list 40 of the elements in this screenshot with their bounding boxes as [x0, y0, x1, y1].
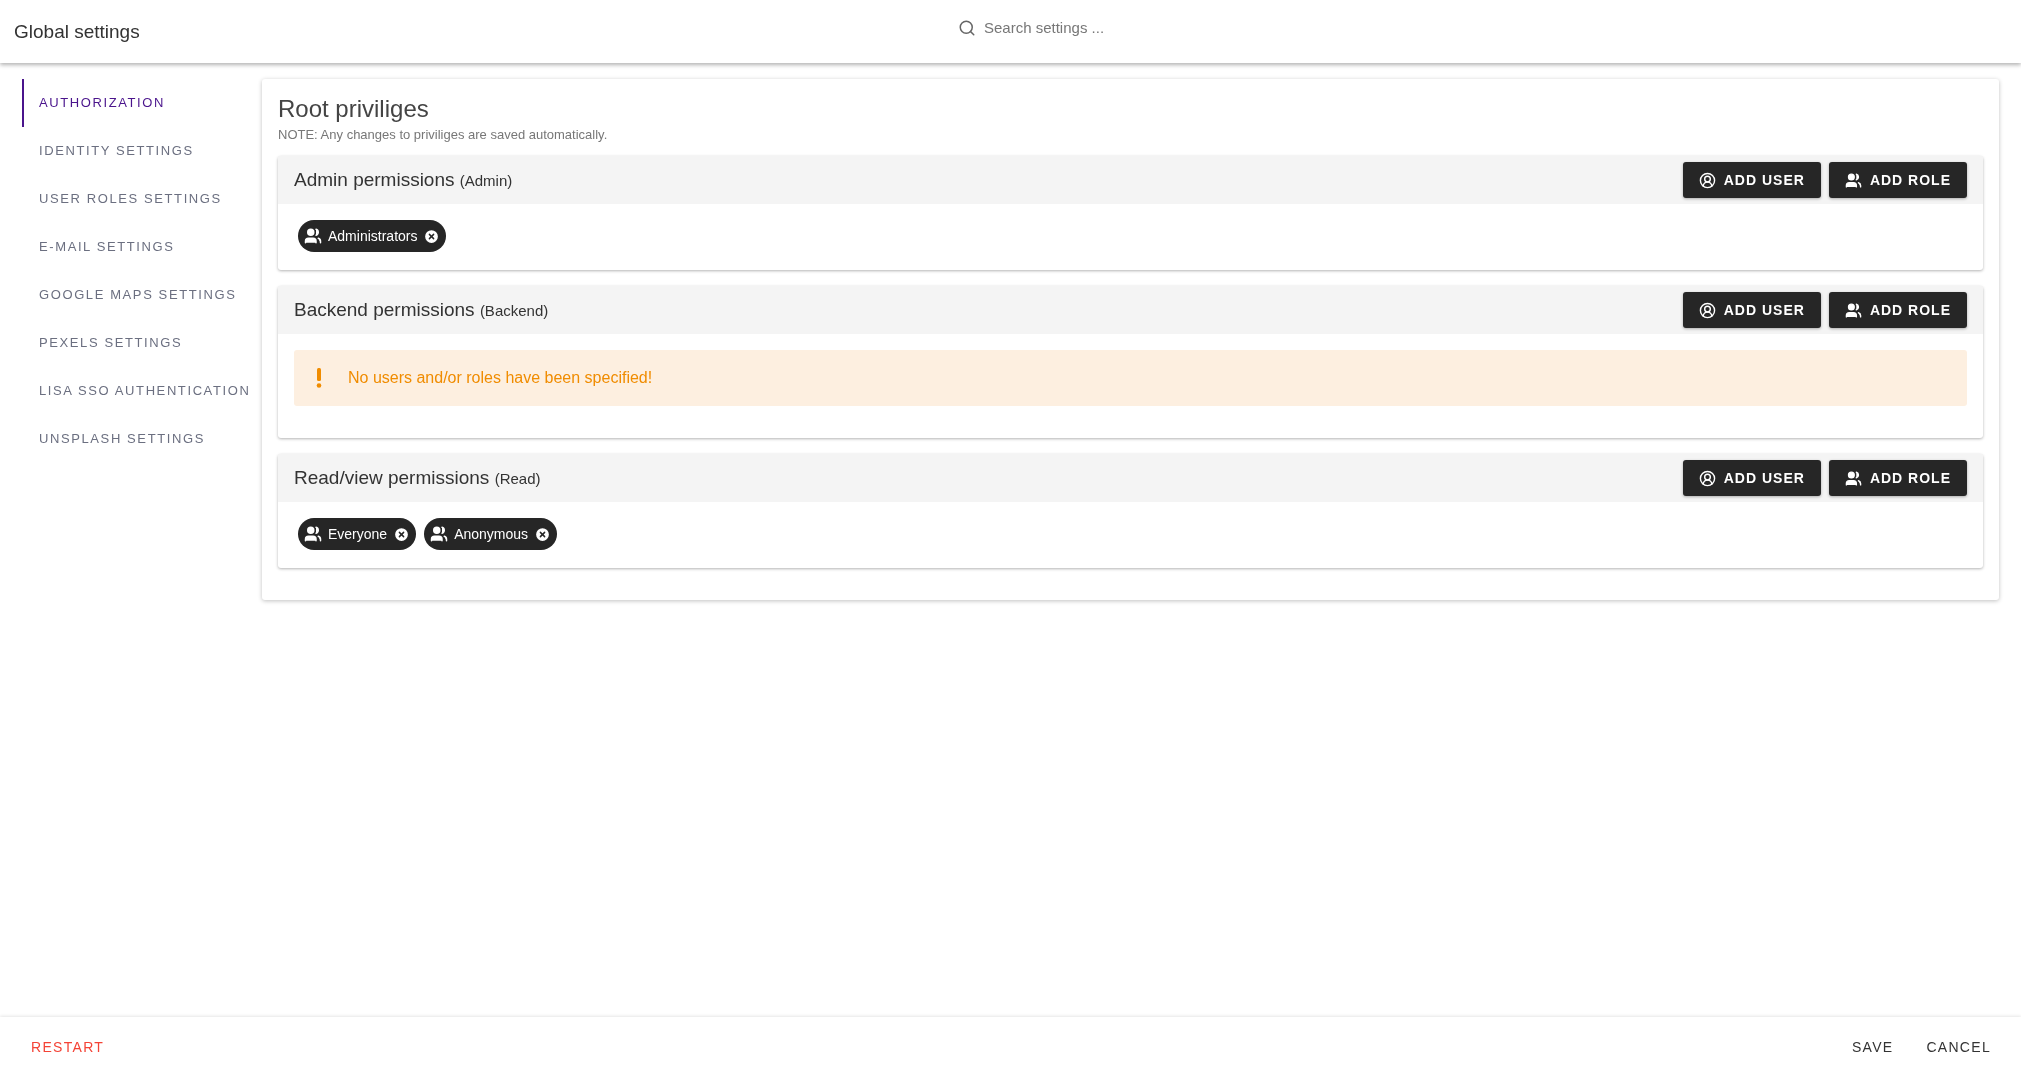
remove-icon[interactable] [534, 525, 552, 543]
remove-icon[interactable] [423, 227, 441, 245]
save-button[interactable]: SAVE [1834, 1031, 1910, 1063]
user-icon [1698, 301, 1716, 319]
card-title: Root priviliges [278, 95, 430, 123]
add-user-button[interactable]: ADD USER [1682, 162, 1821, 198]
exclamation-icon [316, 368, 322, 388]
add-user-button[interactable]: ADD USER [1682, 292, 1821, 328]
panel-title: Read/view permissions (Read) [294, 467, 542, 489]
group-icon [304, 525, 322, 543]
panel-title: Backend permissions (Backend) [294, 299, 550, 321]
search-icon [958, 18, 976, 37]
sidebar-item[interactable]: LISA SSO AUTHENTICATION [22, 367, 262, 415]
sidebar-item[interactable]: USER ROLES SETTINGS [22, 175, 262, 223]
sidebar-item[interactable]: PEXELS SETTINGS [22, 319, 262, 367]
restart-button[interactable]: RESTART [14, 1031, 121, 1063]
group-icon [1844, 301, 1862, 319]
sidebar-item[interactable]: E-MAIL SETTINGS [22, 223, 262, 271]
add-role-button[interactable]: ADD ROLE [1828, 292, 1967, 328]
sidebar-item[interactable]: UNSPLASH SETTINGS [22, 415, 262, 463]
role-chip[interactable]: Anonymous [424, 518, 558, 550]
group-icon [1844, 171, 1862, 189]
user-icon [1698, 469, 1716, 487]
page-title: Global settings [14, 20, 140, 43]
group-icon [1844, 469, 1862, 487]
sidebar-item[interactable]: IDENTITY SETTINGS [22, 127, 262, 175]
add-role-button[interactable]: ADD ROLE [1828, 162, 1967, 198]
warning-alert: No users and/or roles have been specified! [294, 350, 1967, 406]
role-chip[interactable]: Everyone [298, 518, 417, 550]
user-icon [1698, 171, 1716, 189]
cancel-button[interactable]: CANCEL [1909, 1031, 2007, 1063]
note-text: NOTE: Any changes to priviliges are saved automatically. [278, 127, 609, 142]
role-chip[interactable]: Administrators [298, 220, 447, 252]
group-icon [304, 227, 322, 245]
sidebar-item[interactable]: GOOGLE MAPS SETTINGS [22, 271, 262, 319]
remove-icon[interactable] [393, 525, 411, 543]
add-role-button[interactable]: ADD ROLE [1828, 460, 1967, 496]
group-icon [430, 525, 449, 543]
panel-title: Admin permissions (Admin) [294, 169, 514, 191]
add-user-button[interactable]: ADD USER [1682, 460, 1821, 496]
